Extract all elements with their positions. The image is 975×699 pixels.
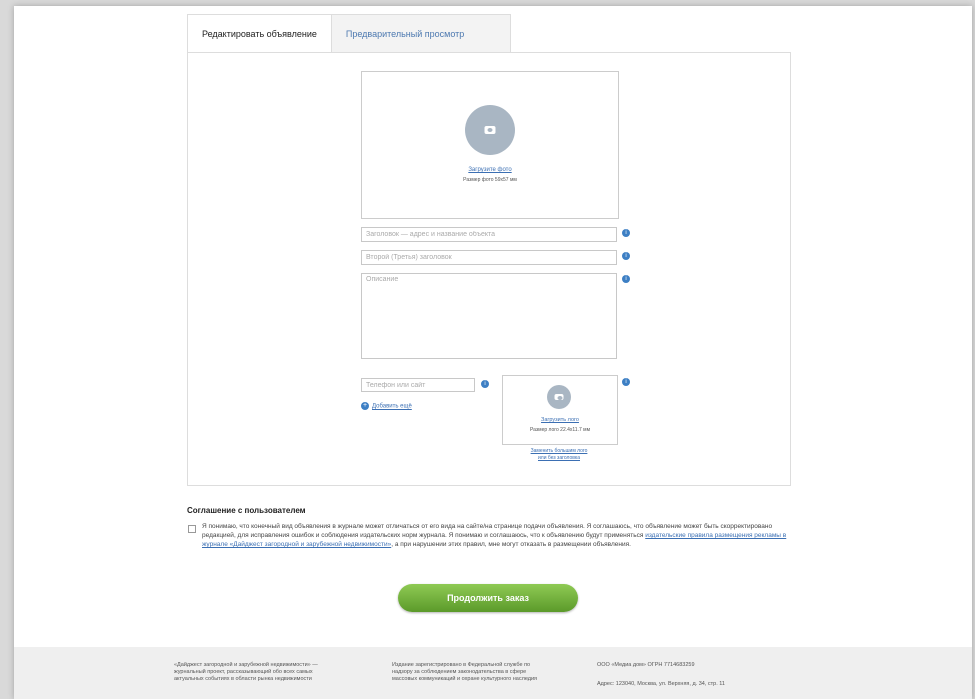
- continue-order-button[interactable]: Продолжить заказ: [398, 584, 578, 612]
- photo-upload-box[interactable]: Загрузите фото Размер фото 59x57 мм: [361, 71, 619, 219]
- camera-icon: [547, 385, 571, 409]
- logo-upload-box[interactable]: Загрузить лого Размер лого 22.4x11.7 мм: [502, 375, 618, 445]
- footer-registration: Издание зарегистрировано в Федеральной с…: [392, 662, 538, 682]
- footer-address: Адрес: 123040, Москва, ул. Верхняя, д. 3…: [597, 681, 725, 687]
- add-phone-link[interactable]: + Добавить ещё: [361, 402, 412, 410]
- tab-bar: Редактировать объявление Предварительный…: [187, 14, 511, 54]
- upload-logo-link[interactable]: Загрузить лого: [503, 417, 617, 423]
- agreement-title: Соглашение с пользователем: [187, 506, 306, 515]
- info-icon[interactable]: i: [622, 275, 630, 283]
- plus-icon: +: [361, 402, 369, 410]
- upload-photo-link[interactable]: Загрузите фото: [362, 167, 618, 173]
- info-icon[interactable]: i: [622, 252, 630, 260]
- info-icon[interactable]: i: [622, 378, 630, 386]
- agreement-text-part2: , а при нарушении этих правил, мне могут…: [391, 541, 631, 548]
- title-input[interactable]: [361, 227, 617, 242]
- page-sheet: Редактировать объявление Предварительный…: [14, 6, 972, 699]
- subtitle-input[interactable]: [361, 250, 617, 265]
- tab-preview[interactable]: Предварительный просмотр: [331, 14, 511, 54]
- edit-panel: Загрузите фото Размер фото 59x57 мм i i …: [187, 52, 791, 486]
- photo-size-note: Размер фото 59x57 мм: [463, 177, 517, 183]
- tab-edit[interactable]: Редактировать объявление: [187, 14, 332, 53]
- footer-about: «Дайджест загородной и зарубежной недвиж…: [174, 662, 318, 682]
- no-title-link[interactable]: или без заголовка: [502, 455, 616, 461]
- agreement-text: Я понимаю, что конечный вид объявления в…: [202, 522, 798, 549]
- footer-company: ООО «Медиа дом» ОГРН 7714683259: [597, 662, 695, 668]
- info-icon[interactable]: i: [481, 380, 489, 388]
- logo-size-note: Размер лого 22.4x11.7 мм: [529, 427, 591, 433]
- agreement-checkbox[interactable]: [188, 525, 196, 533]
- add-phone-label: Добавить ещё: [372, 403, 412, 410]
- camera-icon: [465, 105, 515, 155]
- info-icon[interactable]: i: [622, 229, 630, 237]
- description-textarea[interactable]: [361, 273, 617, 359]
- footer: «Дайджест загородной и зарубежной недвиж…: [14, 647, 972, 699]
- phone-input[interactable]: [361, 378, 475, 392]
- large-logo-link[interactable]: Заменить большим лого: [502, 448, 616, 454]
